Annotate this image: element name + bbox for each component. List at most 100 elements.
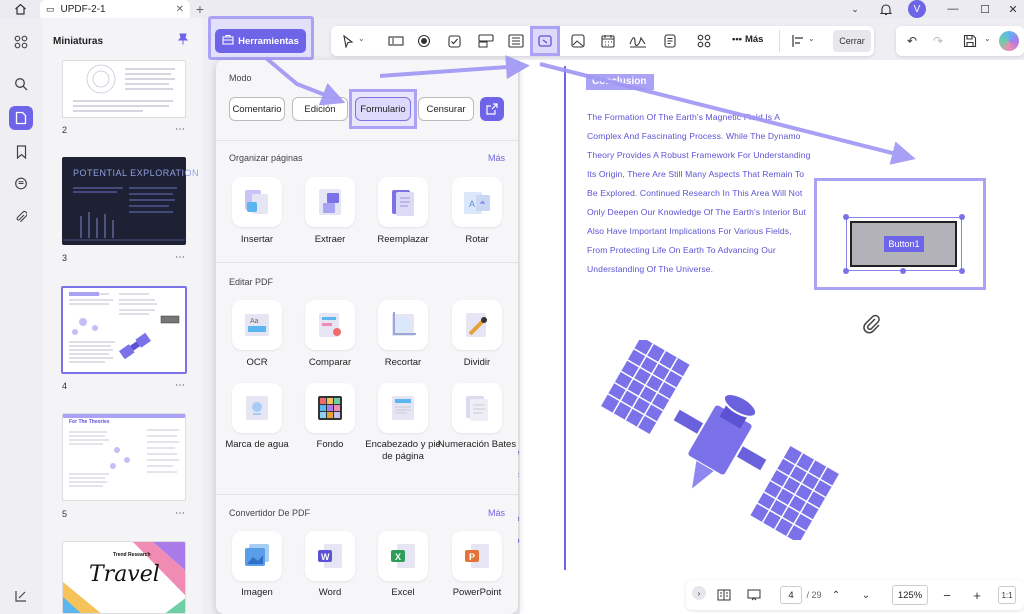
avatar[interactable]: V <box>908 0 926 18</box>
tools-button[interactable]: Herramientas <box>215 29 306 53</box>
layers-icon[interactable] <box>9 584 33 608</box>
more-tools-button[interactable]: ••• Más <box>732 34 763 45</box>
rotate-tool[interactable]: A <box>452 177 502 227</box>
page-layout-icon[interactable] <box>714 585 734 605</box>
page-thumbnail-2[interactable] <box>62 60 186 118</box>
section-divider <box>216 262 518 263</box>
previous-page-icon[interactable]: ⌃ <box>828 585 844 605</box>
bookmark-icon[interactable] <box>9 140 33 164</box>
grid-align-icon[interactable] <box>692 29 716 53</box>
page-options-icon[interactable]: ⋯ <box>175 508 186 519</box>
doc-text-line: Theory Provides A Robust Framework For U… <box>587 150 811 160</box>
mode-redact-button[interactable]: Censurar <box>418 97 474 121</box>
header-footer-tool[interactable] <box>378 383 428 433</box>
watermark-tool[interactable] <box>232 383 282 433</box>
page-options-icon[interactable]: ⋯ <box>175 380 186 391</box>
open-external-icon[interactable] <box>480 97 504 121</box>
page-thumbnail-4[interactable] <box>61 286 187 374</box>
crop-label: Recortar <box>384 357 422 368</box>
radio-button-icon[interactable] <box>412 29 436 53</box>
close-tab-icon[interactable]: ✕ <box>176 4 184 15</box>
attachment-icon[interactable] <box>9 205 33 229</box>
to-powerpoint-tool[interactable]: P <box>452 531 502 581</box>
crop-icon <box>392 312 416 336</box>
zoom-in-icon[interactable]: + <box>970 585 984 605</box>
new-tab-icon[interactable]: + <box>193 1 207 17</box>
column-divider <box>564 66 566 570</box>
save-icon[interactable] <box>958 29 982 53</box>
combo-box-icon[interactable] <box>474 29 498 53</box>
maximize-icon[interactable]: ☐ <box>978 1 992 17</box>
text-field-icon[interactable] <box>384 29 408 53</box>
document-tab[interactable]: ▭ UPDF-2-1 ✕ <box>40 0 190 18</box>
presentation-icon[interactable] <box>744 585 764 605</box>
list-box-icon[interactable] <box>504 29 528 53</box>
compare-tool[interactable] <box>305 300 355 350</box>
undo-icon[interactable]: ↶ <box>900 29 924 53</box>
background-tool[interactable] <box>305 383 355 433</box>
align-left-icon[interactable] <box>786 29 810 53</box>
select-tool-icon[interactable] <box>336 29 360 53</box>
page-number-input[interactable]: 4 <box>780 586 802 604</box>
resize-handle[interactable] <box>900 268 906 274</box>
chevron-down-icon[interactable]: ⌄ <box>984 34 991 43</box>
ocr-tool[interactable]: Aa <box>232 300 282 350</box>
search-icon[interactable] <box>9 72 33 96</box>
mode-edit-button[interactable]: Edición <box>292 97 348 121</box>
resize-handle[interactable] <box>843 268 849 274</box>
close-window-icon[interactable]: ✕ <box>1006 1 1020 17</box>
organize-more-link[interactable]: Más <box>488 153 505 163</box>
mode-comment-button[interactable]: Comentario <box>229 97 285 121</box>
doc-heading: Conclusion <box>586 74 654 90</box>
insert-label: Insertar <box>240 234 274 245</box>
convert-more-link[interactable]: Más <box>488 508 505 518</box>
redo-icon[interactable]: ↷ <box>926 29 950 53</box>
page-options-icon[interactable]: ⋯ <box>175 124 186 135</box>
next-page-icon[interactable]: ⌄ <box>858 585 874 605</box>
replace-tool[interactable] <box>378 177 428 227</box>
close-form-mode-button[interactable]: Cerrar <box>833 30 871 52</box>
svg-text:Aa: Aa <box>250 318 259 325</box>
apps-grid-icon[interactable] <box>9 30 33 54</box>
date-field-icon[interactable] <box>596 29 620 53</box>
crop-tool[interactable] <box>378 300 428 350</box>
extract-tool[interactable] <box>305 177 355 227</box>
chevron-down-icon[interactable]: ⌄ <box>848 2 862 16</box>
doc-text-line: Only Deepen Our Knowledge Of The Earth's… <box>587 207 806 217</box>
checkbox-icon[interactable] <box>442 29 466 53</box>
collapse-bar-icon[interactable]: › <box>692 586 706 600</box>
home-icon[interactable] <box>12 2 28 16</box>
page-options-icon[interactable]: ⋯ <box>175 252 186 263</box>
ai-assistant-icon[interactable] <box>999 31 1019 51</box>
image-field-icon[interactable] <box>566 29 590 53</box>
pin-icon[interactable] <box>177 33 190 45</box>
to-image-tool[interactable] <box>232 531 282 581</box>
page-thumbnail-3[interactable]: POTENTIAL EXPLORATION <box>62 157 199 245</box>
resize-handle[interactable] <box>959 268 965 274</box>
page-number: 3 <box>62 253 68 263</box>
minimize-icon[interactable]: — <box>946 1 960 17</box>
form-recognition-icon[interactable] <box>658 29 682 53</box>
button-field-icon[interactable] <box>533 29 557 53</box>
replace-pages-icon <box>392 190 414 216</box>
page-thumbnail-6[interactable]: Travel Trend Research <box>62 541 186 614</box>
to-word-tool[interactable]: W <box>305 531 355 581</box>
signature-field-icon[interactable] <box>626 29 650 53</box>
thumbnails-icon[interactable] <box>9 106 33 130</box>
insert-tool[interactable] <box>232 177 282 227</box>
split-tool[interactable] <box>452 300 502 350</box>
bell-icon[interactable] <box>878 1 894 17</box>
zoom-out-icon[interactable]: − <box>940 585 954 605</box>
resize-handle[interactable] <box>959 214 965 220</box>
comment-search-icon[interactable] <box>9 172 33 196</box>
bates-tool[interactable] <box>452 383 502 433</box>
paperclip-icon[interactable] <box>862 313 882 335</box>
to-excel-tool[interactable]: X <box>378 531 428 581</box>
mode-form-button[interactable]: Formulario <box>355 97 411 121</box>
chevron-down-icon[interactable]: ⌄ <box>808 34 815 43</box>
actual-size-icon[interactable]: 1:1 <box>998 586 1016 604</box>
zoom-level[interactable]: 125% <box>892 585 928 605</box>
resize-handle[interactable] <box>843 214 849 220</box>
page-thumbnail-5[interactable]: For The Theories <box>62 413 186 501</box>
chevron-down-icon[interactable]: ⌄ <box>358 34 365 43</box>
